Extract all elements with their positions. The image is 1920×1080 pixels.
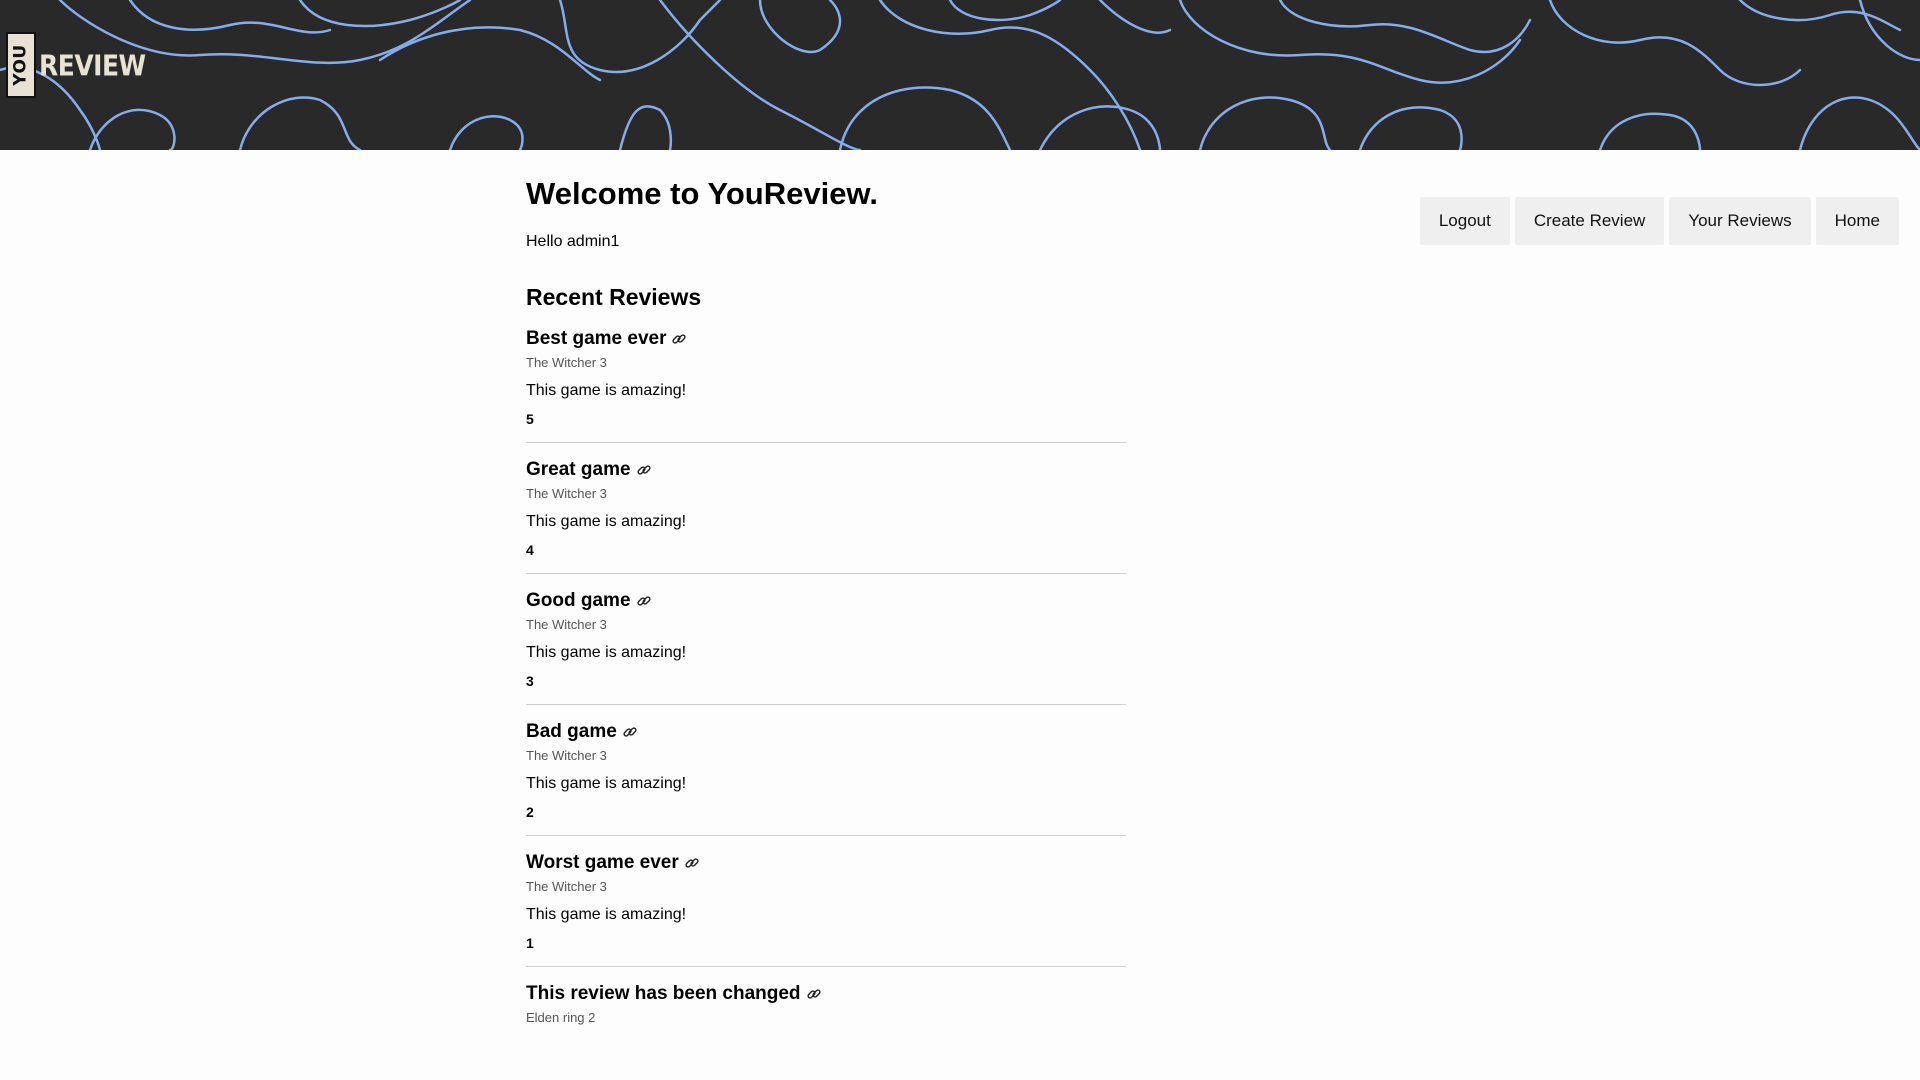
review-title: Worst game ever: [526, 852, 679, 873]
review-body: This game is amazing!: [526, 644, 687, 661]
main-nav: Logout Create Review Your Reviews Home: [1419, 197, 1899, 245]
review-title: Best game ever: [526, 328, 667, 349]
recent-reviews-heading: Recent Reviews: [526, 284, 702, 310]
review-title-row: This review has been changed: [526, 981, 1126, 1007]
review-game: The Witcher 3: [526, 355, 607, 370]
site-logo[interactable]: YOU REVIEW: [6, 32, 146, 98]
review-title-row: Best game ever: [526, 326, 1126, 352]
link-icon[interactable]: [636, 593, 652, 609]
review-title-row: Good game: [526, 588, 1126, 614]
review-score: 1: [526, 935, 534, 951]
review-game: Elden ring 2: [526, 1010, 596, 1025]
review-score: 2: [526, 804, 534, 820]
review-body: This game is amazing!: [526, 513, 687, 530]
review-game: The Witcher 3: [526, 879, 607, 894]
logo-review-text: REVIEW: [39, 48, 146, 82]
logo-you-block: YOU: [6, 32, 36, 98]
create-review-button[interactable]: Create Review: [1514, 197, 1665, 245]
review-title: Good game: [526, 590, 631, 611]
review-title-row: Worst game ever: [526, 850, 1126, 876]
greeting-text: Hello admin1: [526, 233, 620, 250]
review-item: This review has been changed Elden ring …: [526, 981, 1126, 1040]
link-icon[interactable]: [806, 986, 822, 1002]
review-score: 4: [526, 542, 534, 558]
review-item: Good game The Witcher 3 This game is ama…: [526, 588, 1126, 705]
link-icon[interactable]: [636, 462, 652, 478]
link-icon[interactable]: [684, 855, 700, 871]
your-reviews-button[interactable]: Your Reviews: [1669, 197, 1811, 245]
review-game: The Witcher 3: [526, 748, 607, 763]
review-body: This game is amazing!: [526, 906, 687, 923]
review-item: Great game The Witcher 3 This game is am…: [526, 457, 1126, 574]
review-game: The Witcher 3: [526, 617, 607, 632]
topographic-pattern: [0, 0, 1920, 150]
review-item: Best game ever The Witcher 3 This game i…: [526, 326, 1126, 443]
review-score: 5: [526, 411, 534, 427]
review-item: Worst game ever The Witcher 3 This game …: [526, 850, 1126, 967]
link-icon[interactable]: [622, 724, 638, 740]
home-button[interactable]: Home: [1815, 197, 1899, 245]
main-content: Welcome to YouReview. Hello admin1 Recen…: [526, 174, 1126, 1054]
review-game: The Witcher 3: [526, 486, 607, 501]
review-title: This review has been changed: [526, 983, 801, 1004]
review-body: This game is amazing!: [526, 775, 687, 792]
link-icon[interactable]: [671, 331, 687, 347]
review-title: Great game: [526, 459, 631, 480]
logout-button[interactable]: Logout: [1419, 197, 1510, 245]
review-title-row: Bad game: [526, 719, 1126, 745]
review-title-row: Great game: [526, 457, 1126, 483]
page-title: Welcome to YouReview.: [526, 176, 879, 211]
review-item: Bad game The Witcher 3 This game is amaz…: [526, 719, 1126, 836]
logo-you-text: YOU: [11, 44, 31, 86]
site-header: YOU REVIEW: [0, 0, 1920, 150]
review-body: This game is amazing!: [526, 382, 687, 399]
review-list: Best game ever The Witcher 3 This game i…: [526, 326, 1126, 1040]
review-title: Bad game: [526, 721, 617, 742]
review-score: 3: [526, 673, 534, 689]
